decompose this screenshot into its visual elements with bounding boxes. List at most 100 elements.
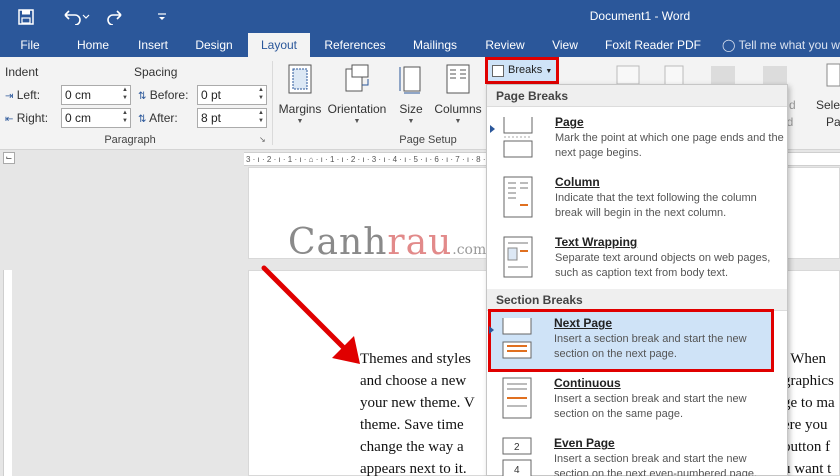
spinner-arrows-icon[interactable]: ▲ ▼ bbox=[120, 86, 130, 104]
chevron-down-icon: ▼ bbox=[407, 118, 415, 125]
indent-left-input[interactable]: 0 cm ▲ ▼ bbox=[61, 85, 131, 105]
indent-left-text: Left: bbox=[16, 88, 41, 102]
tab-file[interactable]: File bbox=[8, 33, 52, 57]
menu-item-description: Mark the point at which one page ends an… bbox=[555, 132, 784, 159]
spacing-before-input[interactable]: 0 pt ▲ ▼ bbox=[197, 85, 267, 105]
tab-home[interactable]: Home bbox=[66, 33, 120, 57]
menu-item-text-wrapping-break[interactable]: Text Wrapping Separate text around objec… bbox=[487, 229, 787, 289]
tab-insert[interactable]: Insert bbox=[128, 33, 178, 57]
tab-design[interactable]: Design bbox=[186, 33, 242, 57]
menu-item-title: Continuous bbox=[554, 376, 621, 390]
breaks-icon bbox=[492, 65, 504, 77]
spacing-after-input[interactable]: 8 pt ▲ ▼ bbox=[197, 108, 267, 128]
page-breaks-header: Page Breaks bbox=[487, 85, 787, 107]
spacing-after-text: After: bbox=[149, 111, 178, 125]
tab-mailings[interactable]: Mailings bbox=[404, 33, 466, 57]
columns-icon bbox=[446, 64, 470, 94]
indent-right-label: ⇤ Right: bbox=[5, 111, 48, 125]
orientation-label: Orientation bbox=[327, 102, 387, 116]
document-body-text-right: . When graphics ge to ma ere you button … bbox=[783, 348, 840, 476]
text-fragment: button f bbox=[783, 439, 831, 455]
indent-left-label: ⇥ Left: bbox=[5, 88, 40, 102]
paragraph-group-label: Paragraph bbox=[104, 134, 156, 146]
menu-item-title: Even Page bbox=[554, 436, 615, 450]
chevron-down-icon: ▼ bbox=[353, 118, 361, 125]
title-bar: Document1 - Word bbox=[0, 0, 840, 33]
even-page-break-icon: 24 bbox=[502, 437, 532, 476]
vertical-ruler-track bbox=[3, 270, 12, 476]
spacing-before-value: 0 pt bbox=[201, 88, 222, 102]
svg-text:4: 4 bbox=[514, 465, 520, 476]
customize-qat-icon[interactable] bbox=[152, 0, 172, 33]
page-size-icon bbox=[399, 66, 421, 94]
indent-right-input[interactable]: 0 cm ▲ ▼ bbox=[61, 108, 131, 128]
menu-item-description: Separate text around objects on web page… bbox=[555, 252, 771, 279]
column-break-icon bbox=[503, 176, 533, 218]
menu-item-page-break[interactable]: Page Mark the point at which one page en… bbox=[487, 109, 787, 169]
menu-item-even-page[interactable]: 24 Even Page Insert a section break and … bbox=[486, 430, 788, 476]
spinner-arrows-icon[interactable]: ▲ ▼ bbox=[256, 86, 266, 104]
spacing-label: Spacing bbox=[134, 65, 178, 79]
chevron-down-icon: ▼ bbox=[545, 68, 553, 75]
orientation-button[interactable]: Orientation ▼ bbox=[326, 63, 388, 125]
redo-icon[interactable] bbox=[104, 0, 128, 33]
orientation-icon bbox=[345, 64, 369, 92]
menu-item-column-break[interactable]: Column Indicate that the text following … bbox=[487, 169, 787, 229]
margins-button[interactable]: Margins ▼ bbox=[276, 63, 324, 125]
watermark-main: Canh bbox=[288, 222, 388, 263]
columns-label: Columns bbox=[434, 102, 482, 116]
menu-item-continuous[interactable]: Continuous Insert a section break and st… bbox=[486, 370, 788, 430]
ribbon-partial-text: d bbox=[789, 98, 796, 112]
undo-icon[interactable] bbox=[58, 0, 94, 33]
indent-label: Indent bbox=[5, 65, 39, 79]
spacing-before-text: Before: bbox=[149, 88, 189, 102]
tab-view[interactable]: View bbox=[544, 33, 586, 57]
indent-right-icon: ⇤ bbox=[5, 114, 14, 125]
menu-item-description: Insert a section break and start the new… bbox=[554, 453, 758, 476]
document-title: Document1 - Word bbox=[589, 9, 691, 23]
canhrau-watermark: Canhrau.com bbox=[288, 222, 486, 263]
text-fragment: u want t bbox=[783, 461, 832, 476]
tab-references[interactable]: References bbox=[318, 33, 392, 57]
chevron-down-icon: ▼ bbox=[296, 118, 304, 125]
spacing-after-label: ⇅ After: bbox=[138, 111, 178, 125]
tab-selector-icon[interactable]: ⌙ bbox=[3, 152, 15, 164]
indent-left-icon: ⇥ bbox=[5, 91, 14, 102]
tab-layout[interactable]: Layout bbox=[248, 33, 310, 57]
indent-left-value: 0 cm bbox=[65, 88, 92, 102]
size-button[interactable]: Size ▼ bbox=[394, 63, 428, 125]
page-setup-group-label: Page Setup bbox=[399, 134, 457, 146]
selected-marker-icon bbox=[490, 125, 495, 133]
selection-pane-icon bbox=[826, 63, 840, 90]
next-page-break-icon bbox=[502, 318, 532, 359]
columns-button[interactable]: Columns ▼ bbox=[432, 63, 484, 125]
selection-pane-label[interactable]: Selec bbox=[816, 98, 840, 112]
watermark-accent: rau bbox=[387, 222, 453, 263]
vertical-ruler[interactable] bbox=[0, 170, 14, 476]
spacing-before-label: ⇅ Before: bbox=[138, 88, 188, 102]
breaks-button[interactable]: Breaks ▼ bbox=[485, 57, 559, 84]
spacing-after-value: 8 pt bbox=[201, 111, 222, 125]
size-label: Size bbox=[399, 102, 423, 116]
menu-item-description: Insert a section break and start the new… bbox=[554, 333, 747, 360]
spacing-before-icon: ⇅ bbox=[138, 91, 147, 102]
menu-item-next-page[interactable]: Next Page Insert a section break and sta… bbox=[486, 310, 774, 370]
breaks-label: Breaks bbox=[508, 64, 543, 76]
tab-foxit-reader-pdf[interactable]: Foxit Reader PDF bbox=[598, 33, 708, 57]
save-icon[interactable] bbox=[14, 0, 38, 33]
svg-text:2: 2 bbox=[514, 442, 520, 453]
tab-review[interactable]: Review bbox=[478, 33, 532, 57]
text-fragment: ge to ma bbox=[783, 395, 835, 411]
menu-item-description: Indicate that the text following the col… bbox=[555, 192, 757, 219]
menu-item-title: Page bbox=[555, 115, 584, 129]
menu-item-title: Next Page bbox=[554, 316, 613, 330]
paragraph-dialog-launcher-icon[interactable]: ↘ bbox=[259, 135, 266, 144]
lightbulb-icon: ◯ bbox=[722, 38, 736, 52]
ribbon-tabs: File Home Insert Design Layout Reference… bbox=[0, 33, 840, 57]
indent-right-value: 0 cm bbox=[65, 111, 92, 125]
spinner-arrows-icon[interactable]: ▲ ▼ bbox=[256, 109, 266, 127]
section-breaks-header: Section Breaks bbox=[487, 289, 787, 311]
watermark-domain: .com bbox=[452, 242, 487, 258]
tell-me-search[interactable]: ◯ Tell me what you w bbox=[722, 33, 840, 57]
spinner-arrows-icon[interactable]: ▲ ▼ bbox=[120, 109, 130, 127]
